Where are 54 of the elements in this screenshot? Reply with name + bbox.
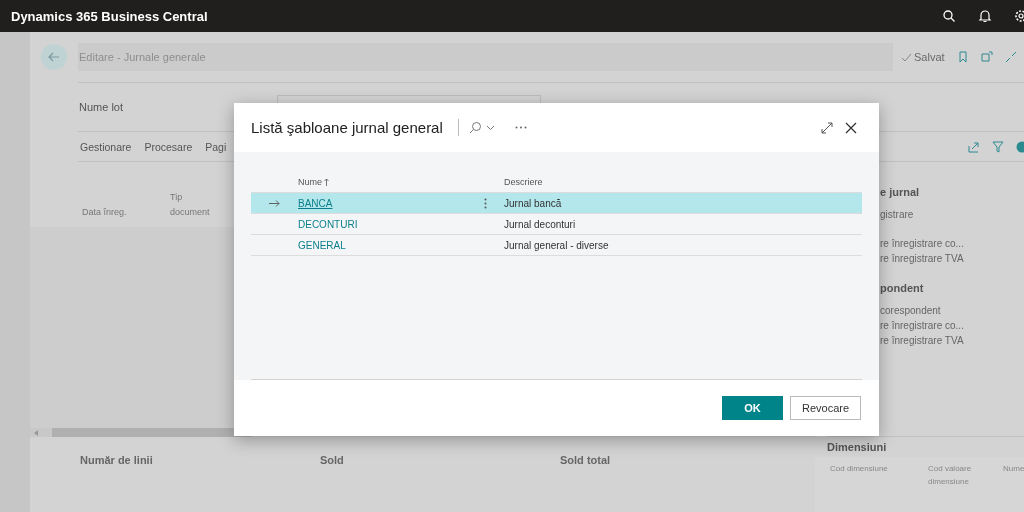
close-icon[interactable] bbox=[845, 121, 857, 134]
dimensions-heading: Dimensiuni bbox=[827, 440, 888, 455]
column-header[interactable]: Descriere bbox=[504, 177, 543, 187]
factbox-field: re înregistrare TVA bbox=[880, 335, 1024, 346]
column-header: Cod dimensiune bbox=[830, 463, 889, 475]
description-cell: Jurnal general - diverse bbox=[504, 239, 609, 251]
share-icon[interactable] bbox=[968, 140, 980, 153]
template-name-link[interactable]: DECONTURI bbox=[298, 218, 358, 230]
total-label: Sold total bbox=[560, 454, 612, 468]
action-menu-item[interactable]: Pagi bbox=[205, 140, 227, 153]
app-title: Dynamics 365 Business Central bbox=[11, 8, 209, 24]
row-menu-icon[interactable] bbox=[484, 197, 487, 209]
template-name-link[interactable]: BANCA bbox=[298, 197, 333, 209]
bell-icon[interactable] bbox=[978, 9, 992, 23]
check-icon bbox=[901, 52, 912, 62]
column-header: Cod valoare dimensiune bbox=[928, 463, 973, 488]
action-menu-item[interactable]: Gestionare bbox=[80, 140, 132, 153]
bookmark-icon[interactable] bbox=[956, 51, 969, 63]
column-header[interactable]: Nume bbox=[298, 177, 329, 187]
list-row[interactable]: GENERAL Jurnal general - diverse bbox=[251, 235, 862, 256]
arrow-left-icon bbox=[48, 51, 60, 63]
factbox-heading: pondent bbox=[880, 282, 925, 294]
factbox-field: re înregistrare co... bbox=[880, 238, 1024, 249]
new-window-icon[interactable] bbox=[980, 51, 993, 63]
saved-status: Salvat bbox=[901, 51, 945, 63]
cancel-button[interactable]: Revocare bbox=[790, 396, 861, 420]
column-header: Nume bbox=[1003, 463, 1024, 475]
action-menu-item[interactable]: Procesare bbox=[144, 140, 193, 153]
factbox-field: re înregistrare TVA bbox=[880, 253, 1024, 264]
factbox-field: corespondent bbox=[880, 305, 1024, 316]
filter-icon[interactable] bbox=[992, 140, 1004, 153]
sort-ascending-icon bbox=[324, 178, 329, 186]
description-cell: Jurnal bancă bbox=[504, 197, 562, 209]
column-header[interactable]: Tip document bbox=[170, 190, 212, 219]
list-row[interactable]: BANCA Jurnal bancă bbox=[251, 193, 862, 214]
total-label: Număr de linii bbox=[80, 454, 154, 468]
total-label: Sold bbox=[320, 454, 345, 468]
column-header[interactable]: Data înreg. bbox=[82, 204, 140, 219]
chevron-down-icon[interactable] bbox=[485, 124, 495, 131]
scroll-left-icon[interactable] bbox=[34, 429, 39, 436]
settings-icon[interactable] bbox=[1014, 9, 1024, 23]
template-name-link[interactable]: GENERAL bbox=[298, 239, 346, 251]
arrow-right-icon bbox=[269, 199, 280, 207]
field-label: Nume lot bbox=[79, 101, 125, 113]
more-icon[interactable] bbox=[514, 126, 527, 129]
expand-icon[interactable] bbox=[821, 121, 833, 134]
factbox-field: gistrare bbox=[880, 209, 1024, 220]
description-cell: Jurnal deconturi bbox=[504, 218, 576, 230]
factbox-field: re înregistrare co... bbox=[880, 320, 1024, 331]
ok-button[interactable]: OK bbox=[722, 396, 783, 420]
list-row[interactable]: DECONTURI Jurnal deconturi bbox=[251, 214, 862, 235]
search-icon[interactable] bbox=[942, 9, 956, 23]
dialog-title: Listă şabloane jurnal general bbox=[251, 119, 443, 136]
factbox-heading: e jurnal bbox=[880, 186, 921, 198]
